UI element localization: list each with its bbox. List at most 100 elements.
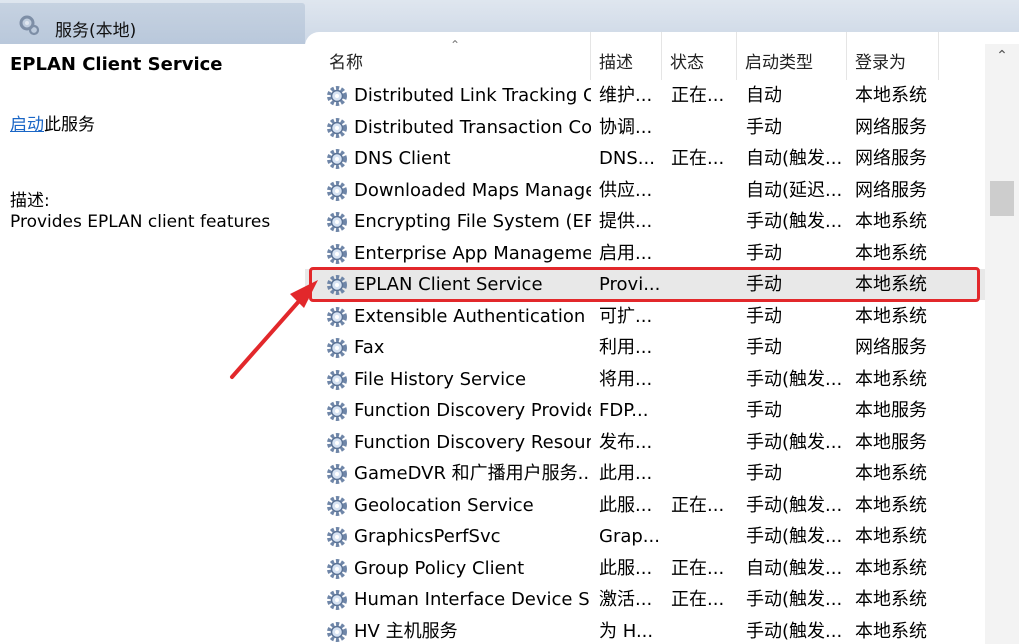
cell-desc: 启用... — [599, 242, 653, 264]
cell-status: 正在... — [671, 85, 725, 106]
cell-status — [671, 458, 735, 489]
table-row[interactable]: Group Policy Client 此服... 正在... 自动(触发... 本地系… — [305, 553, 985, 584]
cell-logon: 本地系统 — [855, 305, 927, 327]
cell-logon: 本地系统 — [855, 620, 927, 642]
column-header-startup-type[interactable]: 启动类型 — [737, 32, 847, 80]
cell-name: HV 主机服务 — [354, 620, 458, 642]
table-row[interactable]: Downloaded Maps Manager 供应... 自动(延迟... 网络服务 — [305, 175, 985, 206]
cell-desc: 利用... — [599, 337, 653, 358]
cell-desc: 此服... — [599, 557, 653, 579]
cell-status — [671, 616, 735, 644]
table-row[interactable]: Distributed Transaction Co... 协调... 手动 网络服务 — [305, 112, 985, 143]
cell-startup: 手动 — [746, 305, 782, 327]
column-header-row: 名称 ⌃ 描述 状态 启动类型 登录为 — [305, 32, 985, 80]
services-gear-icon — [19, 15, 40, 36]
gear-service-icon — [327, 243, 347, 264]
cell-startup: 手动(触发... — [746, 368, 843, 390]
table-row[interactable]: Extensible Authentication ... 可扩... 手动 本地系统 — [305, 301, 985, 332]
cell-desc: 为 H... — [599, 620, 654, 642]
cell-name: DNS Client — [354, 148, 451, 169]
cell-logon: 本地服务 — [855, 400, 927, 421]
start-service-line: 启动此服务 — [10, 110, 95, 135]
cell-desc: 将用... — [599, 368, 653, 390]
gear-service-icon — [327, 117, 347, 138]
service-list: 名称 ⌃ 描述 状态 启动类型 登录为 Distributed Link Tra… — [305, 32, 1019, 644]
column-header-desc[interactable]: 描述 — [591, 32, 662, 80]
table-row[interactable]: File History Service 将用... 手动(触发... 本地系统 — [305, 364, 985, 395]
cell-desc: 供应... — [599, 179, 653, 201]
description-label: 描述: — [10, 191, 50, 211]
gear-service-icon — [327, 86, 347, 106]
cell-status: 正在... — [671, 589, 725, 610]
vertical-scrollbar[interactable]: ⌃ — [985, 44, 1019, 644]
table-row[interactable]: Fax 利用... 手动 网络服务 — [305, 332, 985, 363]
gear-service-icon — [327, 180, 347, 201]
cell-status — [671, 175, 735, 206]
cell-status — [671, 427, 735, 458]
cell-status — [671, 206, 735, 237]
start-service-link[interactable]: 启动 — [10, 115, 44, 135]
description-text: Provides EPLAN client features — [10, 212, 271, 232]
gear-service-icon — [327, 558, 347, 579]
scroll-thumb[interactable] — [990, 181, 1014, 216]
cell-logon: 本地系统 — [855, 463, 927, 484]
cell-status — [671, 332, 735, 363]
gear-service-icon — [327, 590, 347, 610]
cell-name: Group Policy Client — [354, 557, 525, 579]
cell-startup: 手动(触发... — [746, 211, 843, 232]
cell-startup: 手动 — [746, 337, 782, 358]
cell-desc: 此用... — [599, 463, 653, 484]
gear-service-icon — [327, 369, 347, 390]
cell-logon: 本地系统 — [855, 557, 927, 579]
cell-name: Distributed Transaction Co... — [354, 116, 591, 138]
cell-logon: 本地系统 — [855, 526, 927, 547]
cell-status — [671, 395, 735, 426]
table-row[interactable]: Encrypting File System (EFS) 提供... 手动(触发..… — [305, 206, 985, 237]
cell-name: Enterprise App Manageme... — [354, 242, 591, 264]
cell-startup: 手动(触发... — [746, 620, 843, 642]
table-row[interactable]: DNS Client DNS... 正在... 自动(触发... 网络服务 — [305, 143, 985, 174]
cell-name: File History Service — [354, 368, 527, 390]
table-row[interactable]: GraphicsPerfSvc Grap... 手动(触发... 本地系统 — [305, 521, 985, 552]
cell-logon: 本地系统 — [855, 242, 927, 264]
cell-logon: 本地系统 — [855, 85, 927, 106]
cell-startup: 手动(触发... — [746, 526, 843, 547]
table-row[interactable]: GameDVR 和广播用户服务... 此用... 手动 本地系统 — [305, 458, 985, 489]
cell-name: Human Interface Device S... — [354, 589, 591, 610]
column-header-name-label: 名称 — [329, 53, 363, 73]
table-row[interactable]: Function Discovery Resour... 发布... 手动(触发..… — [305, 427, 985, 458]
cell-logon: 网络服务 — [855, 337, 927, 358]
table-row[interactable]: Function Discovery Provide... FDP... 手动 本地服… — [305, 395, 985, 426]
cell-startup: 手动(触发... — [746, 494, 843, 516]
table-row[interactable]: Human Interface Device S... 激活... 正在... 手动(… — [305, 584, 985, 615]
cell-status — [671, 521, 735, 552]
cell-status: 正在... — [671, 148, 725, 169]
table-row[interactable]: Enterprise App Manageme... 启用... 手动 本地系统 — [305, 238, 985, 269]
cell-name: Function Discovery Resour... — [354, 431, 591, 453]
cell-name: Geolocation Service — [354, 494, 534, 516]
cell-startup: 自动(触发... — [746, 148, 843, 169]
cell-logon: 本地系统 — [855, 494, 927, 516]
column-header-logon-as[interactable]: 登录为 — [847, 32, 939, 80]
gear-service-icon — [327, 306, 347, 327]
cell-desc: 维护... — [599, 85, 653, 106]
gear-service-icon — [327, 338, 347, 358]
cell-desc: Grap... — [599, 526, 659, 547]
cell-startup: 手动 — [746, 400, 782, 421]
cell-startup: 自动(延迟... — [746, 179, 843, 201]
table-row[interactable]: HV 主机服务 为 H... 手动(触发... 本地系统 — [305, 616, 985, 644]
gear-service-icon — [327, 495, 347, 516]
column-header-desc-label: 描述 — [599, 53, 633, 73]
column-header-status[interactable]: 状态 — [662, 32, 737, 80]
cell-desc: 提供... — [599, 211, 653, 232]
cell-name: GraphicsPerfSvc — [354, 526, 501, 547]
cell-status — [671, 112, 735, 143]
table-row[interactable]: Geolocation Service 此服... 正在... 手动(触发... 本地系… — [305, 490, 985, 521]
services-local-tab[interactable]: 服务(本地) — [0, 3, 305, 44]
cell-name: Extensible Authentication ... — [354, 305, 591, 327]
cell-logon: 网络服务 — [855, 179, 927, 201]
cell-logon: 本地系统 — [855, 368, 927, 390]
cell-status: 正在... — [671, 557, 725, 579]
scroll-up-icon[interactable]: ⌃ — [985, 48, 1019, 68]
table-row[interactable]: Distributed Link Tracking C... 维护... 正在...… — [305, 80, 985, 111]
